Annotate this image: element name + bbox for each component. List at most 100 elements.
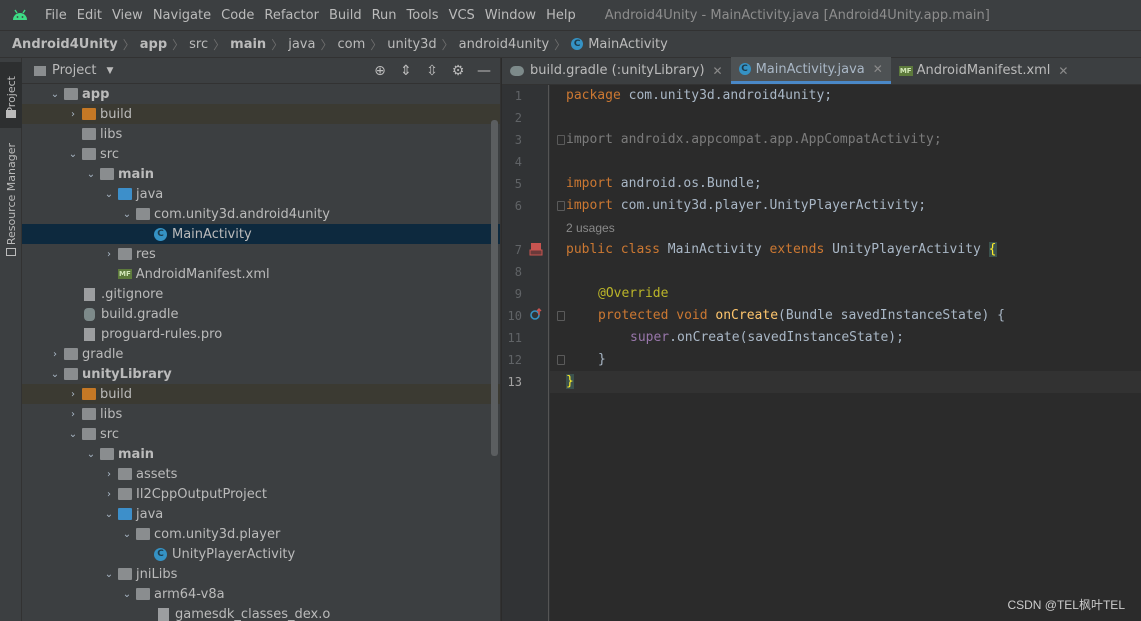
line-number: 11 [507, 331, 522, 345]
chevron-right-icon[interactable]: › [64, 109, 82, 120]
chevron-right-icon[interactable]: › [46, 349, 64, 360]
tree-item[interactable]: ⌄ src [22, 424, 500, 444]
tree-item[interactable]: ⌄ com.unity3d.player [22, 524, 500, 544]
chevron-right-icon[interactable]: › [64, 389, 82, 400]
menu-file[interactable]: File [40, 8, 72, 23]
breadcrumb-unity3d[interactable]: unity3d [387, 37, 436, 52]
tree-item[interactable]: gamesdk_classes_dex.o [22, 604, 500, 621]
fold-marker-icon[interactable] [557, 311, 565, 321]
line-number: 6 [514, 199, 522, 213]
tree-item[interactable]: C MainActivity [22, 224, 500, 244]
tree-item[interactable]: C UnityPlayerActivity [22, 544, 500, 564]
chevron-right-icon[interactable]: › [100, 469, 118, 480]
chevron-down-icon[interactable]: ⌄ [64, 429, 82, 440]
tree-item[interactable]: ⌄ app [22, 84, 500, 104]
menu-tools[interactable]: Tools [402, 8, 444, 23]
breadcrumb-main[interactable]: main [230, 37, 266, 52]
line-number: 8 [514, 265, 522, 279]
tree-item[interactable]: .gitignore [22, 284, 500, 304]
tab-mainactivity-java[interactable]: C MainActivity.java ✕ [730, 57, 891, 84]
tree-item[interactable]: ⌄ arm64-v8a [22, 584, 500, 604]
tree-item[interactable]: ⌄ jniLibs [22, 564, 500, 584]
expand-all-icon[interactable]: ⇕ [398, 63, 414, 79]
tree-item[interactable]: ⌄ main [22, 164, 500, 184]
tree-item[interactable]: ⌄ java [22, 184, 500, 204]
minimize-icon[interactable]: — [476, 63, 492, 79]
tree-item[interactable]: ⌄ java [22, 504, 500, 524]
module-folder-icon [64, 88, 78, 100]
chevron-down-icon[interactable]: ⌄ [100, 569, 118, 580]
chevron-right-icon[interactable]: › [64, 409, 82, 420]
chevron-right-icon[interactable]: › [100, 489, 118, 500]
breadcrumb-com[interactable]: com [337, 37, 365, 52]
close-icon[interactable]: ✕ [713, 64, 723, 78]
menu-edit[interactable]: Edit [72, 8, 107, 23]
chevron-down-icon[interactable]: ⌄ [46, 369, 64, 380]
gear-icon[interactable]: ⚙ [450, 63, 466, 79]
collapse-all-icon[interactable]: ⇳ [424, 63, 440, 79]
fold-marker-icon[interactable] [557, 201, 565, 211]
code-token: super [630, 330, 670, 345]
chevron-down-icon[interactable]: ⌄ [64, 149, 82, 160]
breadcrumb-project[interactable]: Android4Unity [12, 37, 118, 52]
close-icon[interactable]: ✕ [873, 62, 883, 76]
breadcrumb-mainactivity[interactable]: MainActivity [588, 37, 668, 52]
code-line-1: package com.unity3d.android4unity; [566, 85, 832, 107]
tree-item[interactable]: › gradle [22, 344, 500, 364]
tree-item[interactable]: ⌄ com.unity3d.android4unity [22, 204, 500, 224]
breadcrumb-java[interactable]: java [288, 37, 315, 52]
tree-item[interactable]: › libs [22, 404, 500, 424]
menu-help[interactable]: Help [541, 8, 581, 23]
chevron-down-icon[interactable]: ⌄ [82, 169, 100, 180]
breadcrumb-android4unity[interactable]: android4unity [459, 37, 550, 52]
chevron-down-icon[interactable]: ⌄ [118, 529, 136, 540]
project-panel-title[interactable]: Project [52, 63, 96, 78]
chevron-down-icon[interactable]: ⌄ [46, 89, 64, 100]
tree-item[interactable]: proguard-rules.pro [22, 324, 500, 344]
menu-refactor[interactable]: Refactor [259, 8, 324, 23]
breadcrumb-app[interactable]: app [140, 37, 167, 52]
project-scrollbar[interactable] [491, 120, 498, 456]
usages-hint[interactable]: 2 usages [566, 217, 615, 239]
breadcrumb-src[interactable]: src [189, 37, 208, 52]
fold-marker-icon[interactable] [557, 355, 565, 365]
folder-icon [82, 408, 96, 420]
tree-item[interactable]: › assets [22, 464, 500, 484]
tab-build-gradle[interactable]: build.gradle (:unityLibrary) ✕ [502, 57, 731, 84]
tree-item[interactable]: ⌄ src [22, 144, 500, 164]
locate-icon[interactable]: ⊕ [372, 63, 388, 79]
chevron-down-icon[interactable]: ⌄ [100, 189, 118, 200]
tree-item[interactable]: MF AndroidManifest.xml [22, 264, 500, 284]
chevron-right-icon[interactable]: › [100, 249, 118, 260]
tree-item[interactable]: › build [22, 384, 500, 404]
tree-item-label: assets [136, 466, 178, 482]
code-editor[interactable]: package com.unity3d.android4unity; impor… [548, 85, 1141, 621]
menu-run[interactable]: Run [367, 8, 402, 23]
tree-item[interactable]: build.gradle [22, 304, 500, 324]
chevron-down-icon[interactable]: ⌄ [100, 509, 118, 520]
menu-build[interactable]: Build [324, 8, 367, 23]
chevron-down-icon[interactable]: ⌄ [118, 209, 136, 220]
chevron-down-icon[interactable]: ⌄ [118, 589, 136, 600]
close-icon[interactable]: ✕ [1058, 64, 1068, 78]
menu-navigate[interactable]: Navigate [148, 8, 216, 23]
tree-item[interactable]: ⌄ unityLibrary [22, 364, 500, 384]
tab-androidmanifest-xml[interactable]: MF AndroidManifest.xml ✕ [891, 57, 1077, 84]
menu-code[interactable]: Code [216, 8, 259, 23]
override-gutter-icon[interactable] [528, 307, 544, 323]
menu-view[interactable]: View [107, 8, 148, 23]
run-gutter-icon[interactable] [528, 241, 544, 257]
tree-item[interactable]: › res [22, 244, 500, 264]
tab-label: AndroidManifest.xml [916, 63, 1051, 78]
menu-vcs[interactable]: VCS [444, 8, 480, 23]
menu-window[interactable]: Window [480, 8, 541, 23]
project-tool-tab[interactable]: Project [0, 62, 22, 128]
tree-item[interactable]: ⌄ main [22, 444, 500, 464]
tree-item[interactable]: › build [22, 104, 500, 124]
chevron-down-icon[interactable]: ⌄ [82, 449, 100, 460]
tree-item[interactable]: › Il2CppOutputProject [22, 484, 500, 504]
fold-marker-icon[interactable] [557, 135, 565, 145]
resource-manager-tool-tab[interactable]: Resource Manager [0, 138, 22, 250]
chevron-down-icon[interactable]: ▼ [106, 66, 113, 76]
tree-item[interactable]: libs [22, 124, 500, 144]
